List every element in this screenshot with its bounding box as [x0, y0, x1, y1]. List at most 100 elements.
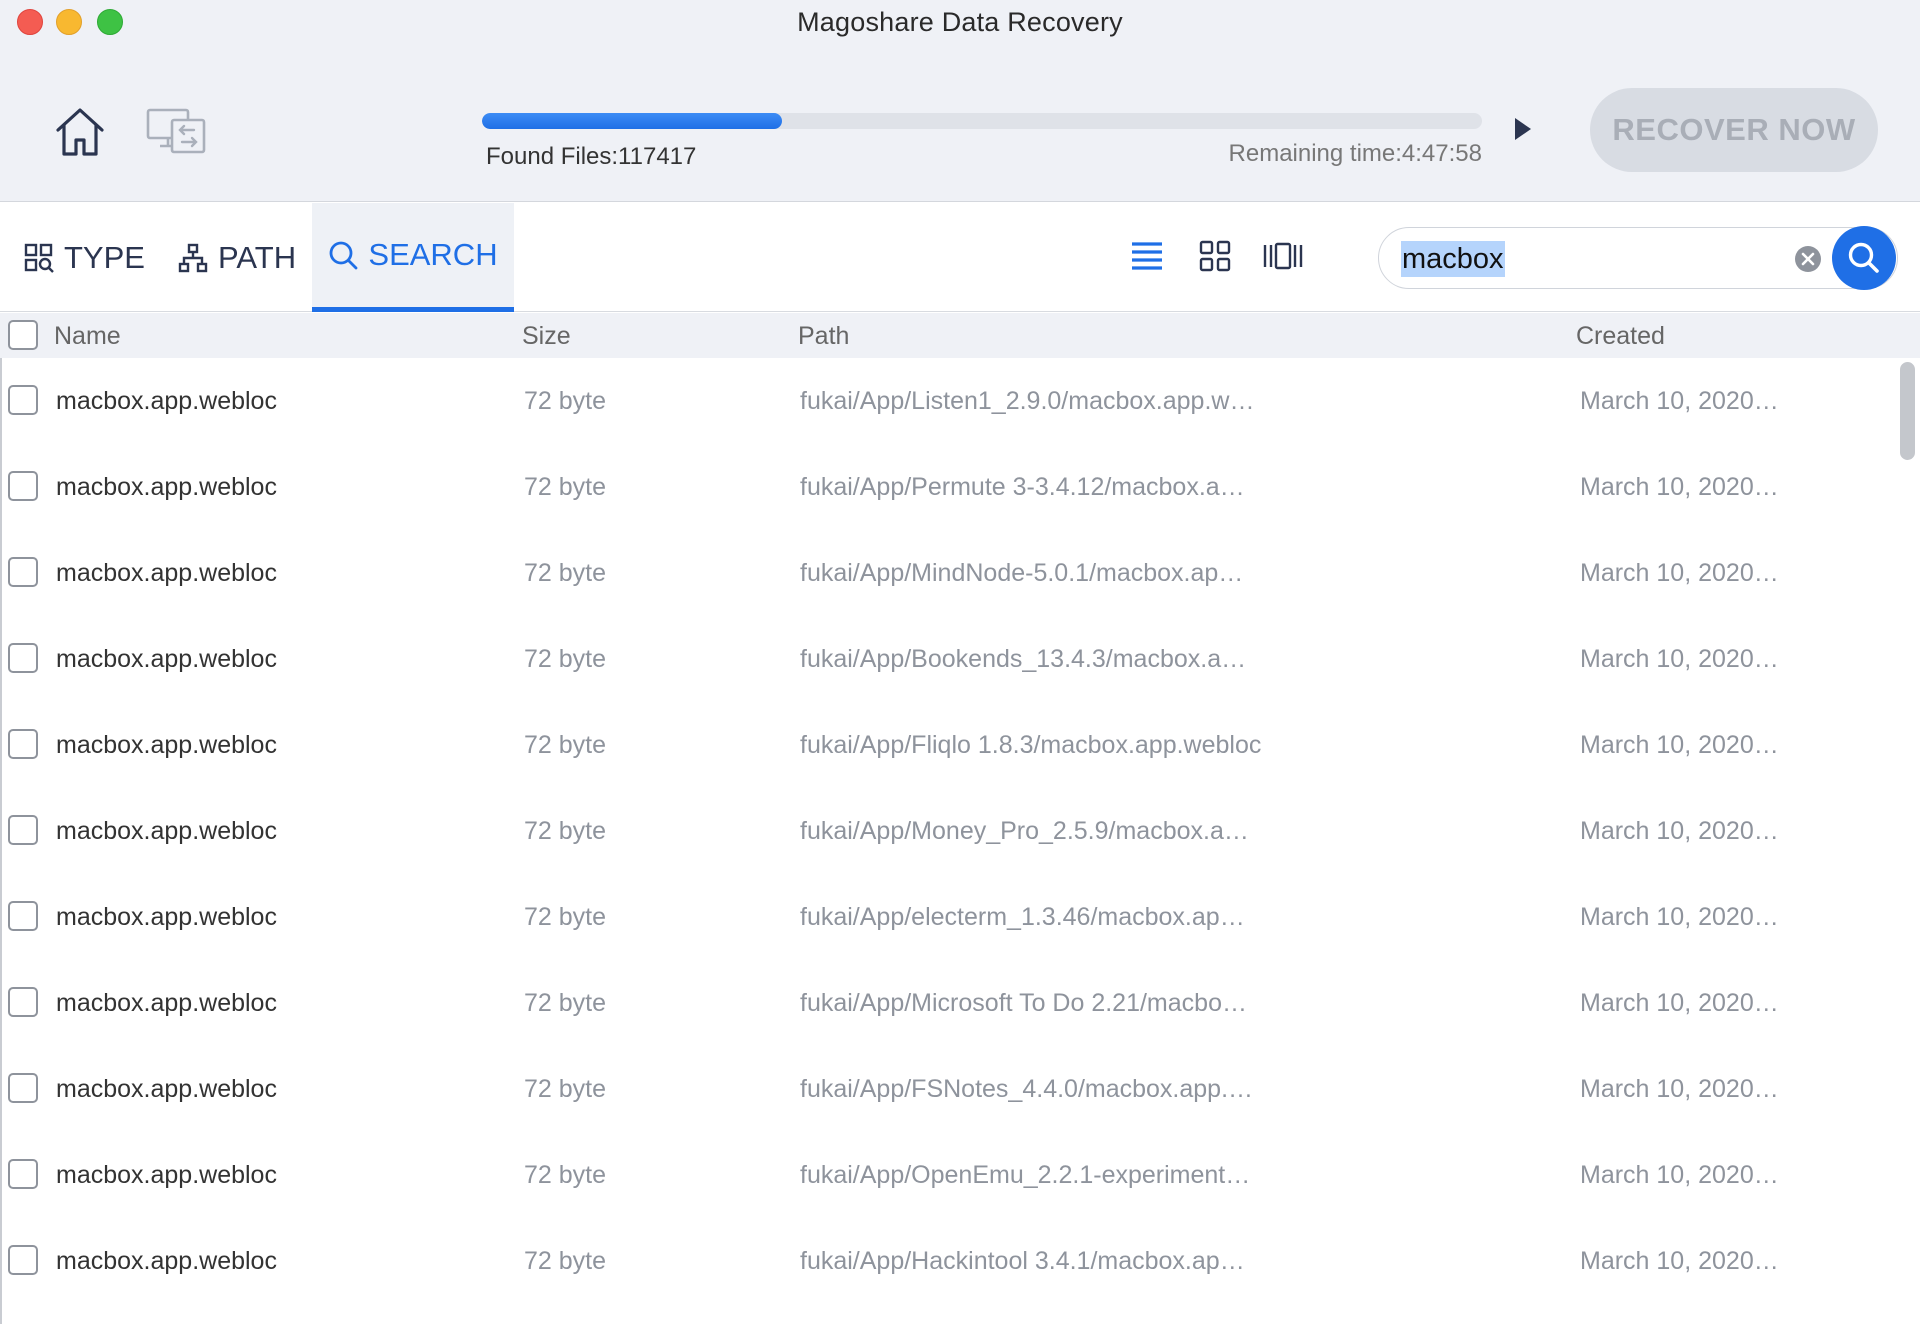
row-checkbox[interactable]: [8, 1159, 38, 1189]
scan-progress-bar: [482, 113, 1482, 129]
file-created: March 10, 2020…: [1580, 731, 1779, 759]
file-created: March 10, 2020…: [1580, 1161, 1779, 1189]
file-path: fukai/App/Hackintool 3.4.1/macbox.ap…: [800, 1247, 1245, 1275]
file-size: 72 byte: [524, 1161, 607, 1189]
file-name: macbox.app.webloc: [56, 387, 277, 415]
file-created: March 10, 2020…: [1580, 1247, 1779, 1275]
table-row[interactable]: macbox.app.webloc 72 byte fukai/App/Hackin…: [0, 1218, 1900, 1304]
tab-search-label: SEARCH: [368, 237, 498, 272]
file-created: March 10, 2020…: [1580, 473, 1779, 501]
tree-icon: [178, 243, 208, 272]
file-size: 72 byte: [524, 989, 607, 1017]
table-row[interactable]: macbox.app.webloc 72 byte fukai/App/OpenEm…: [0, 1132, 1900, 1218]
file-created: March 10, 2020…: [1580, 817, 1779, 845]
file-name: macbox.app.webloc: [56, 559, 277, 587]
table-row[interactable]: macbox.app.webloc 72 byte fukai/App/Permut…: [0, 444, 1900, 530]
table-row[interactable]: macbox.app.webloc 72 byte fukai/App/MindNo…: [0, 530, 1900, 616]
tab-type[interactable]: TYPE: [24, 203, 145, 312]
column-size-header[interactable]: Size: [522, 322, 571, 351]
file-size: 72 byte: [524, 903, 607, 931]
remaining-time: Remaining time:4:47:58: [1228, 140, 1482, 167]
row-checkbox[interactable]: [8, 471, 38, 501]
device-switch-button[interactable]: [146, 106, 208, 156]
file-size: 72 byte: [524, 1247, 607, 1275]
search-input-text[interactable]: macbox: [1401, 241, 1505, 277]
resume-scan-button[interactable]: [1512, 116, 1534, 142]
row-checkbox[interactable]: [8, 987, 38, 1017]
clear-search-button[interactable]: [1794, 245, 1822, 273]
cover-view-button[interactable]: [1262, 239, 1304, 273]
home-icon: [56, 108, 104, 156]
home-button[interactable]: [54, 106, 106, 158]
file-path: fukai/App/FSNotes_4.4.0/macbox.app.…: [800, 1075, 1254, 1103]
table-row[interactable]: macbox.app.webloc 72 byte fukai/App/FSNote…: [0, 1046, 1900, 1132]
row-checkbox[interactable]: [8, 385, 38, 415]
file-name: macbox.app.webloc: [56, 1075, 277, 1103]
file-name: macbox.app.webloc: [56, 817, 277, 845]
recover-now-button[interactable]: RECOVER NOW: [1590, 88, 1878, 172]
grid-view-button[interactable]: [1198, 239, 1232, 273]
list-view-icon: [1132, 242, 1162, 270]
file-created: March 10, 2020…: [1580, 559, 1779, 587]
table-row[interactable]: macbox.app.webloc 72 byte fukai/App/Micros…: [0, 960, 1900, 1046]
clear-icon: [1795, 246, 1821, 272]
file-size: 72 byte: [524, 473, 607, 501]
file-size: 72 byte: [524, 645, 607, 673]
file-path: fukai/App/electerm_1.3.46/macbox.ap…: [800, 903, 1245, 931]
file-path: fukai/App/Listen1_2.9.0/macbox.app.w…: [800, 387, 1255, 415]
table-row[interactable]: macbox.app.webloc 72 byte fukai/App/Booken…: [0, 616, 1900, 702]
table-row[interactable]: macbox.app.webloc 72 byte fukai/App/electe…: [0, 874, 1900, 960]
file-path: fukai/App/OpenEmu_2.2.1-experiment…: [800, 1161, 1251, 1189]
file-name: macbox.app.webloc: [56, 989, 277, 1017]
device-switch-icon: [146, 108, 206, 154]
row-checkbox[interactable]: [8, 1073, 38, 1103]
file-created: March 10, 2020…: [1580, 903, 1779, 931]
file-name: macbox.app.webloc: [56, 903, 277, 931]
window-title: Magoshare Data Recovery: [797, 7, 1123, 37]
file-size: 72 byte: [524, 731, 607, 759]
file-path: fukai/App/MindNode-5.0.1/macbox.ap…: [800, 559, 1244, 587]
file-name: macbox.app.webloc: [56, 1161, 277, 1189]
file-path: fukai/App/Bookends_13.4.3/macbox.a…: [800, 645, 1247, 673]
row-checkbox[interactable]: [8, 901, 38, 931]
file-created: March 10, 2020…: [1580, 645, 1779, 673]
tab-path[interactable]: PATH: [178, 203, 296, 312]
select-all-checkbox[interactable]: [8, 320, 38, 350]
cover-flow-icon: [1263, 242, 1303, 270]
file-path: fukai/App/Permute 3-3.4.12/macbox.a…: [800, 473, 1245, 501]
list-view-button[interactable]: [1130, 239, 1164, 273]
row-checkbox[interactable]: [8, 729, 38, 759]
row-checkbox[interactable]: [8, 815, 38, 845]
file-path: fukai/App/Microsoft To Do 2.21/macbo…: [800, 989, 1247, 1017]
table-header: Name Size Path Created: [0, 313, 1920, 358]
file-name: macbox.app.webloc: [56, 731, 277, 759]
tab-type-label: TYPE: [64, 239, 145, 275]
file-size: 72 byte: [524, 817, 607, 845]
table-row[interactable]: macbox.app.webloc 72 byte fukai/App/Fliqlo…: [0, 702, 1900, 788]
title-header: Magoshare Data Recovery Found Files:1174…: [0, 0, 1920, 202]
file-path: fukai/App/Money_Pro_2.5.9/macbox.a…: [800, 817, 1249, 845]
row-checkbox[interactable]: [8, 1245, 38, 1275]
file-size: 72 byte: [524, 559, 607, 587]
row-checkbox[interactable]: [8, 643, 38, 673]
tab-search[interactable]: SEARCH: [312, 203, 514, 312]
file-created: March 10, 2020…: [1580, 989, 1779, 1017]
column-name-header[interactable]: Name: [54, 322, 121, 351]
search-icon: [1848, 242, 1879, 273]
search-icon: [329, 241, 358, 270]
column-path-header[interactable]: Path: [798, 322, 849, 351]
type-grid-icon: [24, 243, 54, 273]
file-size: 72 byte: [524, 1075, 607, 1103]
scan-progress-fill: [482, 113, 782, 129]
table-row[interactable]: macbox.app.webloc 72 byte fukai/App/Listen…: [0, 358, 1900, 444]
file-size: 72 byte: [524, 387, 607, 415]
row-checkbox[interactable]: [8, 557, 38, 587]
found-files-count: Found Files:117417: [486, 143, 697, 170]
table-row[interactable]: macbox.app.webloc 72 byte fukai/App/Money_…: [0, 788, 1900, 874]
column-created-header[interactable]: Created: [1576, 322, 1665, 351]
search-submit-button[interactable]: [1832, 226, 1896, 290]
file-name: macbox.app.webloc: [56, 473, 277, 501]
file-name: macbox.app.webloc: [56, 1247, 277, 1275]
scrollbar-thumb[interactable]: [1900, 362, 1915, 460]
play-icon: [1515, 118, 1531, 140]
